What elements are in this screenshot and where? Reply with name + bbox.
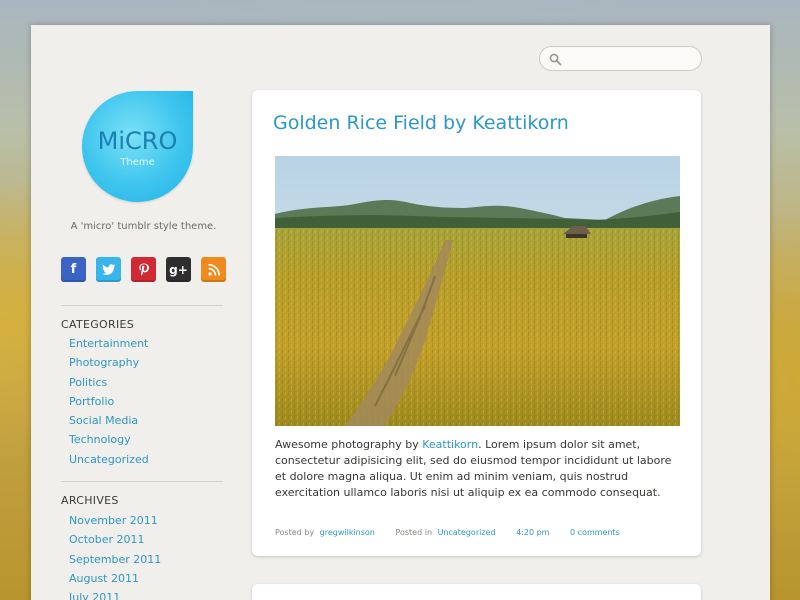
pinterest-button[interactable] <box>131 257 156 282</box>
rss-icon <box>207 263 220 276</box>
photographer-link[interactable]: Keattikorn <box>422 438 478 451</box>
category-link[interactable]: Photography <box>69 353 149 372</box>
archives-heading: ARCHIVES <box>61 494 119 507</box>
logo-title: MiCRO <box>97 127 178 155</box>
site-tagline: A 'micro' tumblr style theme. <box>70 221 217 232</box>
archive-link[interactable]: September 2011 <box>69 550 161 569</box>
comments-link[interactable]: 0 comments <box>570 528 620 537</box>
logo-subtitle: Theme <box>120 157 155 168</box>
post-meta: Posted by gregwilkinson Posted in Uncate… <box>275 528 620 537</box>
categories-heading: CATEGORIES <box>61 318 135 331</box>
category-link[interactable]: Uncategorized <box>69 450 149 469</box>
google-plus-button[interactable]: g+ <box>166 257 191 282</box>
next-post-card <box>252 584 701 600</box>
category-link[interactable]: Uncategorized <box>438 528 496 537</box>
category-link[interactable]: Portfolio <box>69 392 149 411</box>
post-card: Golden Rice Field by Keattikorn Awesome … <box>252 90 701 556</box>
archive-link[interactable]: November 2011 <box>69 511 161 530</box>
category-link[interactable]: Entertainment <box>69 334 149 353</box>
posted-in-label: Posted in <box>395 528 433 537</box>
search-icon <box>549 53 562 66</box>
sidebar-divider <box>61 305 223 306</box>
post-time-link[interactable]: 4:20 pm <box>516 528 549 537</box>
google-plus-icon: g+ <box>169 262 188 277</box>
archive-link[interactable]: October 2011 <box>69 530 161 549</box>
site-logo[interactable]: MiCRO Theme <box>82 91 193 202</box>
twitter-button[interactable] <box>96 257 121 282</box>
pinterest-icon <box>138 263 149 276</box>
post-photo[interactable] <box>275 156 680 426</box>
rss-button[interactable] <box>201 257 226 282</box>
post-title[interactable]: Golden Rice Field by Keattikorn <box>273 112 569 134</box>
facebook-icon: f <box>70 262 77 277</box>
archive-link[interactable]: August 2011 <box>69 569 161 588</box>
archive-link[interactable]: July 2011 <box>69 588 161 600</box>
archives-list: November 2011 October 2011 September 201… <box>69 511 161 600</box>
search-input[interactable] <box>566 50 694 67</box>
category-link[interactable]: Technology <box>69 430 149 449</box>
post-body: Awesome photography by Keattikorn. Lorem… <box>275 437 685 501</box>
social-links: f g+ <box>61 257 236 282</box>
search-box[interactable] <box>539 46 702 71</box>
rice-field-image <box>275 156 680 426</box>
categories-list: Entertainment Photography Politics Portf… <box>69 334 149 469</box>
facebook-button[interactable]: f <box>61 257 86 282</box>
posted-by-label: Posted by <box>275 528 315 537</box>
author-link[interactable]: gregwilkinson <box>320 528 375 537</box>
category-link[interactable]: Politics <box>69 373 149 392</box>
sidebar-divider <box>61 481 223 482</box>
category-link[interactable]: Social Media <box>69 411 149 430</box>
twitter-icon <box>101 263 115 275</box>
post-body-intro: Awesome photography by <box>275 438 423 451</box>
